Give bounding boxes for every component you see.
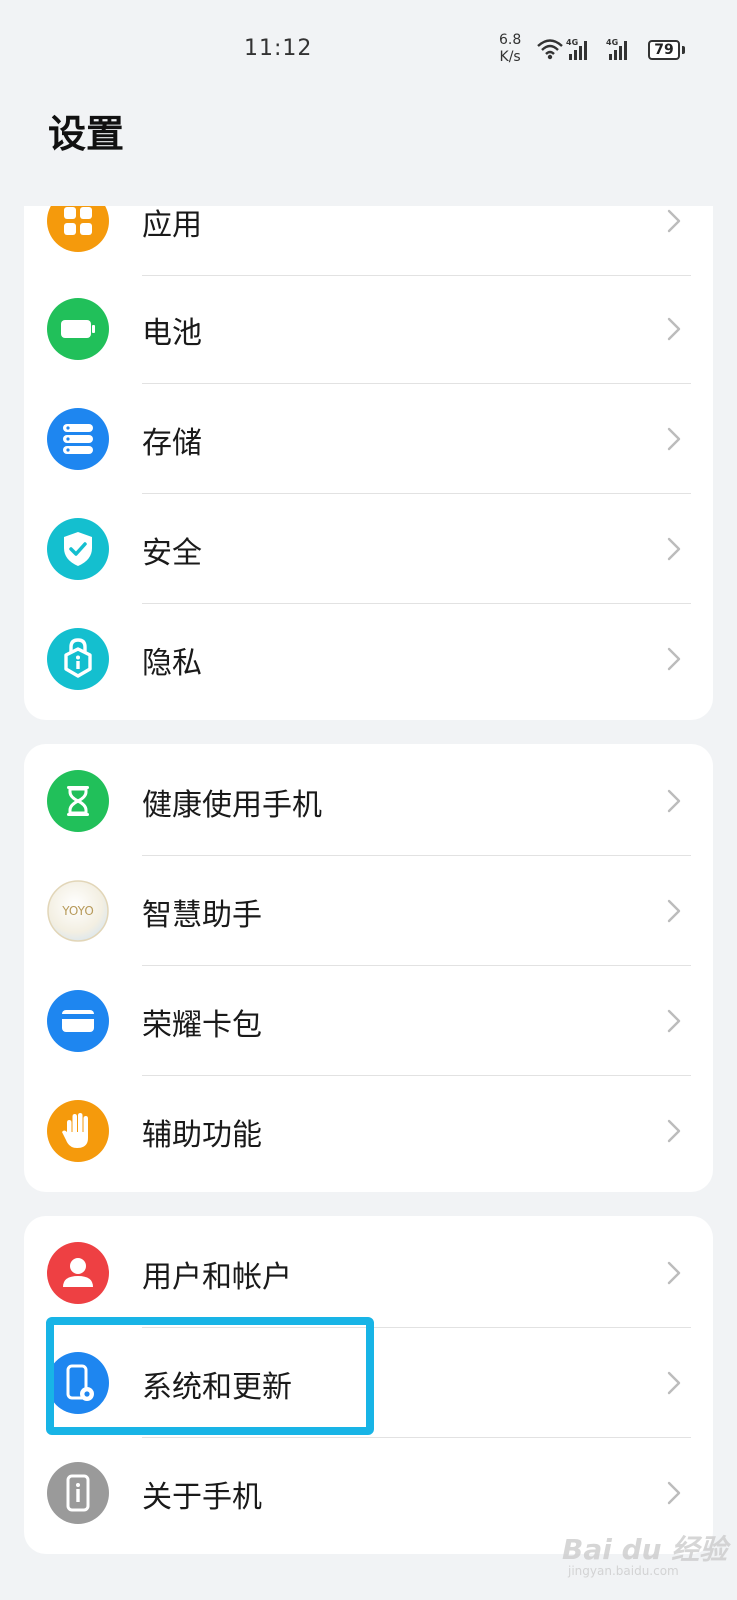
chevron-right-icon bbox=[667, 1371, 681, 1395]
settings-item-wallet[interactable]: 荣耀卡包 bbox=[24, 966, 713, 1076]
settings-item-label: 智慧助手 bbox=[142, 898, 262, 933]
hourglass-icon bbox=[47, 770, 109, 832]
page-title: 设置 bbox=[48, 112, 125, 156]
storage-icon bbox=[47, 408, 109, 470]
chevron-right-icon bbox=[667, 1119, 681, 1143]
chevron-right-icon bbox=[667, 647, 681, 671]
yoyo-text: YOYO bbox=[61, 904, 94, 918]
watermark-url: jingyan.baidu.com bbox=[568, 1564, 679, 1578]
battery-tip bbox=[682, 46, 685, 54]
settings-group-2: 健康使用手机 YOYO 智慧助手 荣耀卡包 辅助功能 bbox=[24, 744, 713, 1192]
settings-item-label: 荣耀卡包 bbox=[142, 1008, 262, 1043]
svg-text:4G: 4G bbox=[606, 38, 618, 47]
wifi-icon bbox=[537, 39, 563, 55]
settings-item-label: 安全 bbox=[142, 536, 202, 571]
chevron-right-icon bbox=[667, 899, 681, 923]
chevron-right-icon bbox=[667, 1261, 681, 1285]
battery-indicator: 79 bbox=[648, 40, 680, 60]
chevron-right-icon bbox=[667, 209, 681, 233]
settings-item-users-accounts[interactable]: 用户和帐户 bbox=[24, 1218, 713, 1328]
settings-item-label: 关于手机 bbox=[142, 1480, 262, 1515]
apps-icon bbox=[47, 206, 109, 252]
privacy-lock-icon bbox=[47, 628, 109, 690]
network-speed-unit: K/s bbox=[499, 49, 521, 65]
settings-item-security[interactable]: 安全 bbox=[24, 494, 713, 604]
chevron-right-icon bbox=[667, 789, 681, 813]
settings-item-battery[interactable]: 电池 bbox=[24, 274, 713, 384]
status-bar: 11:12 6.8 K/s 4G 4G 79 bbox=[0, 0, 737, 100]
yoyo-icon: YOYO bbox=[47, 880, 109, 942]
signal-4g-icon: 4G bbox=[606, 38, 627, 60]
chevron-right-icon bbox=[667, 537, 681, 561]
settings-item-smart-assistant[interactable]: YOYO 智慧助手 bbox=[24, 856, 713, 966]
settings-item-label: 健康使用手机 bbox=[142, 788, 322, 823]
chevron-right-icon bbox=[667, 427, 681, 451]
settings-item-label: 存储 bbox=[142, 426, 202, 461]
network-speed-value: 6.8 bbox=[499, 32, 522, 48]
settings-item-label: 电池 bbox=[142, 316, 202, 351]
wallet-icon bbox=[47, 990, 109, 1052]
settings-item-apps[interactable]: 应用 bbox=[24, 206, 713, 276]
settings-item-accessibility[interactable]: 辅助功能 bbox=[24, 1076, 713, 1186]
chevron-right-icon bbox=[667, 1481, 681, 1505]
settings-item-privacy[interactable]: 隐私 bbox=[24, 604, 713, 714]
watermark-logo: Bai du 经验 bbox=[562, 1533, 728, 1566]
settings-item-label: 辅助功能 bbox=[142, 1118, 262, 1153]
svg-text:4G: 4G bbox=[566, 38, 578, 47]
status-time: 11:12 bbox=[244, 36, 313, 61]
network-speed: 6.8 K/s bbox=[499, 32, 521, 66]
about-phone-icon bbox=[47, 1462, 109, 1524]
settings-group-1: 应用 电池 存储 安全 隐私 bbox=[24, 206, 713, 720]
settings-item-digital-balance[interactable]: 健康使用手机 bbox=[24, 746, 713, 856]
user-icon bbox=[47, 1242, 109, 1304]
battery-icon bbox=[47, 298, 109, 360]
highlight-box bbox=[46, 1317, 374, 1435]
settings-item-label: 隐私 bbox=[142, 646, 202, 681]
settings-item-label: 应用 bbox=[142, 208, 202, 243]
signal-4g-icon: 4G bbox=[566, 38, 587, 60]
settings-item-label: 用户和帐户 bbox=[142, 1260, 292, 1295]
hand-icon bbox=[47, 1100, 109, 1162]
chevron-right-icon bbox=[667, 1009, 681, 1033]
shield-icon bbox=[47, 518, 109, 580]
settings-item-storage[interactable]: 存储 bbox=[24, 384, 713, 494]
chevron-right-icon bbox=[667, 317, 681, 341]
